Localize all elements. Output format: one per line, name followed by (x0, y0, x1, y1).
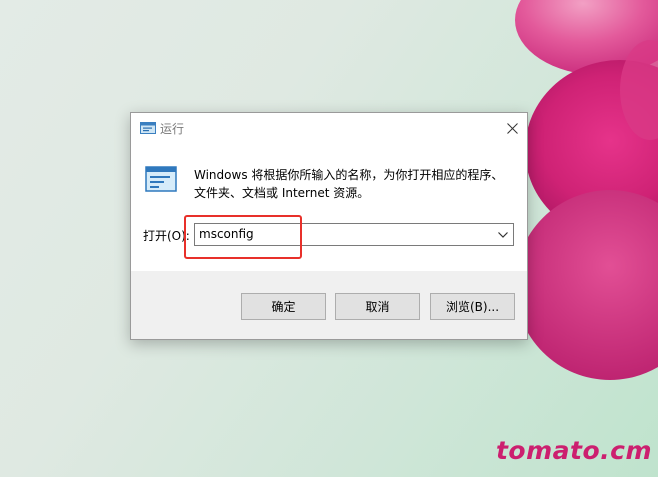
highlight-annotation (184, 215, 302, 259)
dropdown-button[interactable] (493, 224, 513, 245)
title-bar[interactable]: 运行 (131, 113, 527, 143)
ok-button[interactable]: 确定 (241, 293, 326, 320)
run-icon (140, 122, 156, 134)
close-icon (506, 122, 518, 134)
cancel-button[interactable]: 取消 (335, 293, 420, 320)
browse-button[interactable]: 浏览(B)... (430, 293, 515, 320)
dialog-description: Windows 将根据你所输入的名称，为你打开相应的程序、 文件夹、文档或 In… (194, 166, 514, 202)
dialog-title: 运行 (160, 122, 185, 136)
watermark: tomato.cm (495, 436, 652, 465)
close-button[interactable] (497, 113, 527, 143)
open-label: 打开(O): (143, 229, 190, 243)
button-bar: 确定 取消 浏览(B)... (131, 271, 527, 339)
description-line-2: 文件夹、文档或 Internet 资源。 (194, 186, 370, 200)
description-line-1: Windows 将根据你所输入的名称，为你打开相应的程序、 (194, 168, 504, 182)
run-icon (145, 166, 177, 192)
chevron-down-icon (498, 231, 508, 238)
